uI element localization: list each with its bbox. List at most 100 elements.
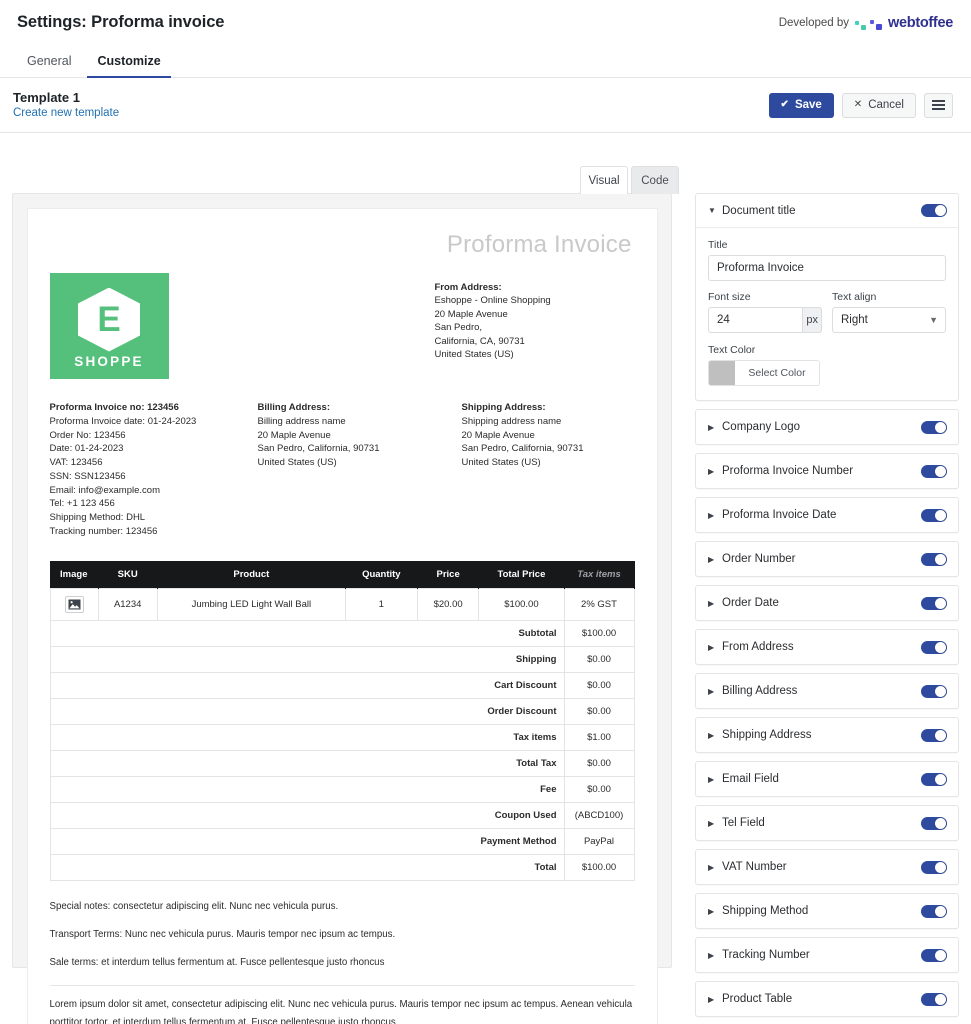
text-align-select[interactable]: Right <box>832 307 946 333</box>
chevron-right-icon: ▶ <box>708 422 715 432</box>
toggle-shipping-address[interactable] <box>921 728 947 742</box>
col-price: Price <box>417 560 480 589</box>
section-header-shipping-method[interactable]: ▶ Shipping Method <box>696 894 958 928</box>
section-header-email-field[interactable]: ▶ Email Field <box>696 762 958 796</box>
title-input[interactable] <box>708 255 946 281</box>
toggle-document-title[interactable] <box>921 204 947 217</box>
section-header-proforma-invoice-number[interactable]: ▶ Proforma Invoice Number <box>696 454 958 488</box>
tab-general[interactable]: General <box>17 54 81 77</box>
font-size-label: Font size <box>708 291 751 303</box>
tab-customize[interactable]: Customize <box>87 54 171 78</box>
font-size-input[interactable] <box>708 307 803 333</box>
menu-button[interactable] <box>924 92 953 118</box>
section-header-document-title[interactable]: ▼ Document title <box>696 194 958 228</box>
chevron-right-icon: ▶ <box>708 686 715 696</box>
cancel-button[interactable]: ✕ Cancel <box>841 92 916 118</box>
section-shipping-address: ▶ Shipping Address <box>695 717 959 753</box>
toggle-tel-field[interactable] <box>921 816 947 830</box>
totals-label: Total <box>49 853 565 881</box>
save-button[interactable]: ✔ Save <box>768 92 834 118</box>
chevron-right-icon: ▶ <box>708 730 715 740</box>
create-new-template-link[interactable]: Create new template <box>13 106 119 120</box>
section-tel-field: ▶ Tel Field <box>695 805 959 841</box>
col-sku: SKU <box>98 560 158 589</box>
note-line: Sale terms: et interdum tellus fermentum… <box>49 956 385 968</box>
totals-row: Payment Method PayPal <box>49 827 635 855</box>
section-email-field: ▶ Email Field <box>695 761 959 797</box>
chevron-right-icon: ▶ <box>708 950 715 960</box>
toggle-vat-number[interactable] <box>921 860 947 874</box>
toggle-from-address[interactable] <box>921 640 947 654</box>
hexagon-logo-icon: E <box>78 287 140 352</box>
title-field-label: Title <box>708 239 728 251</box>
section-label: Order Date <box>722 597 779 609</box>
page-title: Settings: Proforma invoice <box>17 13 225 31</box>
hamburger-icon <box>932 98 945 112</box>
section-tracking-number: ▶ Tracking Number <box>695 937 959 973</box>
toggle-tracking-number[interactable] <box>921 948 947 962</box>
chevron-right-icon: ▶ <box>708 774 715 784</box>
totals-label: Coupon Used <box>49 801 565 829</box>
invoice-doc-title: Proforma Invoice <box>446 231 632 258</box>
chevron-right-icon: ▶ <box>708 554 715 564</box>
section-header-tracking-number[interactable]: ▶ Tracking Number <box>696 938 958 972</box>
section-label: Proforma Invoice Number <box>722 465 854 477</box>
cell-total-price: $100.00 <box>478 587 565 621</box>
toggle-order-number[interactable] <box>921 552 947 566</box>
section-header-product-table[interactable]: ▶ Product Table <box>696 982 958 1016</box>
section-header-tel-field[interactable]: ▶ Tel Field <box>696 806 958 840</box>
toggle-company-logo[interactable] <box>921 420 947 434</box>
toggle-proforma-invoice-date[interactable] <box>921 508 947 522</box>
section-header-order-number[interactable]: ▶ Order Number <box>696 542 958 576</box>
text-align-label: Text align <box>832 291 877 303</box>
section-vat-number: ▶ VAT Number <box>695 849 959 885</box>
totals-value: $0.00 <box>563 775 635 803</box>
chevron-right-icon: ▶ <box>708 994 715 1004</box>
font-size-unit: px <box>802 307 822 333</box>
from-address-block: From Address: Eshoppe - Online Shopping … <box>435 273 635 379</box>
section-header-proforma-invoice-date[interactable]: ▶ Proforma Invoice Date <box>696 498 958 532</box>
shipping-address-heading: Shipping Address: <box>461 402 546 413</box>
toggle-shipping-method[interactable] <box>921 904 947 918</box>
section-header-order-date[interactable]: ▶ Order Date <box>696 586 958 620</box>
toggle-order-date[interactable] <box>921 596 947 610</box>
toggle-proforma-invoice-number[interactable] <box>921 464 947 478</box>
section-shipping-method: ▶ Shipping Method <box>695 893 959 929</box>
section-proforma-invoice-number: ▶ Proforma Invoice Number <box>695 453 959 489</box>
invoice-meta-line: VAT: 123456 <box>49 457 103 469</box>
tab-visual[interactable]: Visual <box>580 166 628 194</box>
color-swatch[interactable] <box>709 361 735 385</box>
section-header-billing-address[interactable]: ▶ Billing Address <box>696 674 958 708</box>
note-line: Special notes: consectetur adipiscing el… <box>49 900 339 912</box>
chevron-right-icon: ▶ <box>708 642 715 652</box>
section-header-from-address[interactable]: ▶ From Address <box>696 630 958 664</box>
totals-value: (ABCD100) <box>563 801 635 829</box>
section-header-company-logo[interactable]: ▶ Company Logo <box>696 410 958 444</box>
toggle-product-table[interactable] <box>921 992 947 1006</box>
totals-label: Subtotal <box>49 619 565 647</box>
section-label: Tel Field <box>722 817 765 829</box>
totals-value: $0.00 <box>563 697 635 725</box>
section-header-shipping-address[interactable]: ▶ Shipping Address <box>696 718 958 752</box>
cell-quantity: 1 <box>344 587 418 621</box>
section-label: Email Field <box>722 773 779 785</box>
section-label: Order Number <box>722 553 796 565</box>
color-picker[interactable]: Select Color <box>708 360 820 386</box>
select-color-label: Select Color <box>735 361 819 385</box>
toggle-billing-address[interactable] <box>921 684 947 698</box>
section-label: Shipping Method <box>722 905 809 917</box>
section-label: Tracking Number <box>722 949 810 961</box>
from-address-heading: From Address: <box>434 282 502 293</box>
invoice-number-heading: Proforma Invoice no: 123456 <box>49 402 179 413</box>
section-header-vat-number[interactable]: ▶ VAT Number <box>696 850 958 884</box>
totals-value: $0.00 <box>563 671 635 699</box>
from-address-line: Eshoppe - Online Shopping <box>434 295 551 307</box>
chevron-right-icon: ▶ <box>708 862 715 872</box>
invoice-meta-line: SSN: SSN123456 <box>49 470 126 482</box>
col-product: Product <box>157 560 346 589</box>
tab-code[interactable]: Code <box>631 166 679 194</box>
invoice-meta-line: Email: info@example.com <box>49 484 161 496</box>
note-line: Transport Terms: Nunc nec vehicula purus… <box>49 928 396 940</box>
invoice-document: Proforma Invoice E SHOPPE From Address: … <box>26 208 658 1024</box>
toggle-email-field[interactable] <box>921 772 947 786</box>
